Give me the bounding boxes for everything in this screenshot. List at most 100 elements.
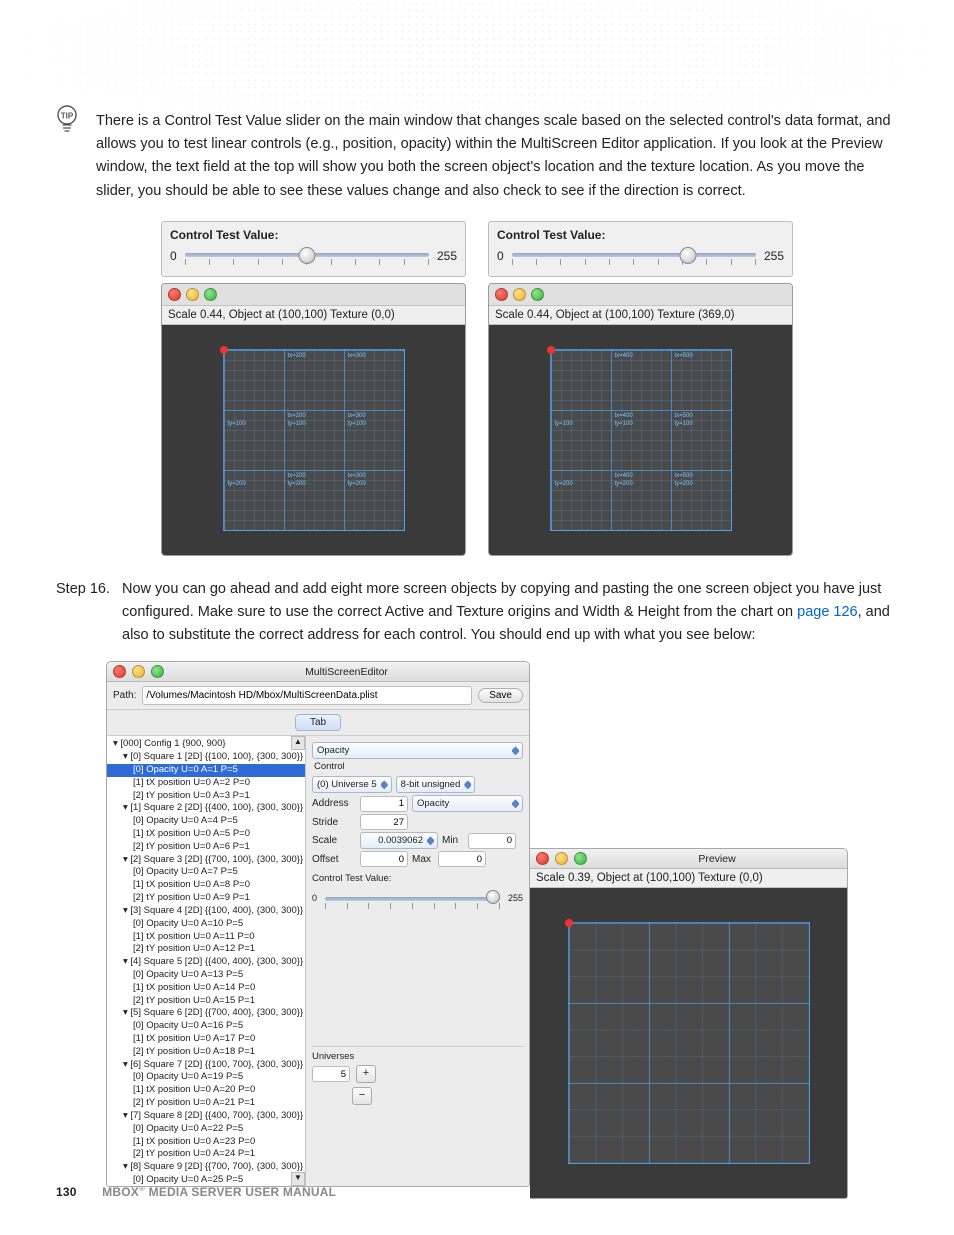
tree-row[interactable]: [2] tY position U=0 A=6 P=1	[107, 841, 305, 854]
ctv-label: Control Test Value:	[312, 873, 523, 884]
ctv-slider[interactable]	[185, 246, 429, 266]
max-input[interactable]	[438, 851, 486, 867]
tree-row[interactable]: [0] Opacity U=0 A=1 P=5	[107, 764, 305, 777]
origin-marker-icon	[547, 346, 555, 354]
min-label: Min	[442, 835, 464, 846]
tree-row[interactable]: [0] Opacity U=0 A=22 P=5	[107, 1123, 305, 1136]
tree-row[interactable]: [0] Opacity U=0 A=10 P=5	[107, 918, 305, 931]
tree-row[interactable]: [1] tX position U=0 A=17 P=0	[107, 1033, 305, 1046]
minimize-icon[interactable]	[555, 852, 568, 865]
zoom-icon[interactable]	[204, 288, 217, 301]
zoom-icon[interactable]	[574, 852, 587, 865]
grid-cell-label: tx=200	[288, 413, 306, 420]
close-icon[interactable]	[495, 288, 508, 301]
tree-row[interactable]: [0] Opacity U=0 A=4 P=5	[107, 815, 305, 828]
properties-pane: Opacity Control (0) Universe 5 8-bit uns…	[306, 736, 529, 1186]
scale-stepper[interactable]: 0.0039062	[360, 832, 438, 849]
control-type-select[interactable]: Opacity	[412, 795, 523, 812]
tree-row[interactable]: [1] tX position U=0 A=23 P=0	[107, 1136, 305, 1149]
universe-select[interactable]: (0) Universe 5	[312, 776, 392, 793]
offset-input[interactable]	[360, 851, 408, 867]
preview-status: Scale 0.39, Object at (100,100) Texture …	[530, 869, 847, 888]
grid-cell-label: tx=300	[348, 413, 366, 420]
grid-cell-label: ty=100	[288, 421, 306, 428]
add-universe-button[interactable]: +	[356, 1065, 376, 1083]
zoom-icon[interactable]	[531, 288, 544, 301]
page-link[interactable]: page 126	[797, 604, 857, 620]
path-label: Path:	[113, 690, 136, 701]
grid-cell-label: ty=200	[288, 481, 306, 488]
tree-row[interactable]: [0] Opacity U=0 A=7 P=5	[107, 866, 305, 879]
scale-label: Scale	[312, 835, 356, 846]
ctv-label: Control Test Value:	[170, 228, 457, 242]
tree-row[interactable]: [2] tY position U=0 A=21 P=1	[107, 1097, 305, 1110]
tree-row[interactable]: [0] Opacity U=0 A=19 P=5	[107, 1071, 305, 1084]
control-test-shot-right: Control Test Value: 0 255 Sc	[488, 221, 793, 556]
grid-cell-label: tx=200	[288, 353, 306, 360]
close-icon[interactable]	[113, 665, 126, 678]
tree-row[interactable]: ▾ [0] Square 1 [2D] {{100, 100}, {300, 3…	[107, 751, 305, 764]
close-icon[interactable]	[168, 288, 181, 301]
tree-row[interactable]: ▾ [5] Square 6 [2D] {{700, 400}, {300, 3…	[107, 1007, 305, 1020]
tree-row[interactable]: [2] tY position U=0 A=15 P=1	[107, 995, 305, 1008]
close-icon[interactable]	[536, 852, 549, 865]
tree-row[interactable]: ▾ [8] Square 9 [2D] {{700, 700}, {300, 3…	[107, 1161, 305, 1174]
grid-cell-label: ty=100	[228, 421, 246, 428]
tree-row[interactable]: [2] tY position U=0 A=12 P=1	[107, 943, 305, 956]
tree-row[interactable]: ▾ [1] Square 2 [2D] {{400, 100}, {300, 3…	[107, 802, 305, 815]
tree-row[interactable]: [2] tY position U=0 A=3 P=1	[107, 790, 305, 803]
svg-text:TIP: TIP	[61, 112, 74, 121]
address-input[interactable]	[360, 796, 408, 812]
tree-row[interactable]: ▾ [7] Square 8 [2D] {{400, 700}, {300, 3…	[107, 1110, 305, 1123]
format-select[interactable]: 8-bit unsigned	[396, 776, 476, 793]
tree-pane[interactable]: ▲ ▼ ▾ [000] Config 1 {900, 900}▾ [0] Squ…	[107, 736, 306, 1186]
tip-paragraph: There is a Control Test Value slider on …	[96, 110, 898, 203]
parameter-select[interactable]: Opacity	[312, 742, 523, 759]
path-input[interactable]	[142, 686, 472, 705]
grid-cell-label: ty=100	[348, 421, 366, 428]
zoom-icon[interactable]	[151, 665, 164, 678]
control-test-shot-left: Control Test Value: 0 255 Sc	[161, 221, 466, 556]
minimize-icon[interactable]	[132, 665, 145, 678]
preview-window: Scale 0.44, Object at (100,100) Texture …	[488, 283, 793, 556]
remove-universe-button[interactable]: −	[352, 1087, 372, 1105]
grid-cell-label: ty=100	[615, 421, 633, 428]
scroll-down-icon[interactable]: ▼	[291, 1172, 305, 1186]
universes-input[interactable]	[312, 1066, 350, 1082]
grid-cell-label: tx=500	[675, 473, 693, 480]
grid-cell-label: tx=400	[615, 413, 633, 420]
slider-max: 255	[764, 249, 784, 263]
tree-row[interactable]: [1] tX position U=0 A=11 P=0	[107, 931, 305, 944]
tree-row[interactable]: [0] Opacity U=0 A=16 P=5	[107, 1020, 305, 1033]
page-number: 130	[56, 1185, 77, 1199]
minimize-icon[interactable]	[513, 288, 526, 301]
grid-cell-label: ty=200	[615, 481, 633, 488]
tree-row[interactable]: [1] tX position U=0 A=8 P=0	[107, 879, 305, 892]
tree-row[interactable]: [1] tX position U=0 A=14 P=0	[107, 982, 305, 995]
min-input[interactable]	[468, 833, 516, 849]
tree-row[interactable]: ▾ [6] Square 7 [2D] {{100, 700}, {300, 3…	[107, 1059, 305, 1072]
ctv-slider[interactable]	[512, 246, 756, 266]
grid-cell-label: tx=400	[615, 353, 633, 360]
tree-row[interactable]: ▾ [000] Config 1 {900, 900}	[107, 738, 305, 751]
tree-row[interactable]: [1] tX position U=0 A=5 P=0	[107, 828, 305, 841]
tree-row[interactable]: [0] Opacity U=0 A=25 P=5	[107, 1174, 305, 1186]
tree-row[interactable]: [1] tX position U=0 A=2 P=0	[107, 777, 305, 790]
tree-row[interactable]: ▾ [2] Square 3 [2D] {{700, 100}, {300, 3…	[107, 854, 305, 867]
minimize-icon[interactable]	[186, 288, 199, 301]
tree-row[interactable]: ▾ [4] Square 5 [2D] {{400, 400}, {300, 3…	[107, 956, 305, 969]
preview-grid: tx=400tx=500ty=100tx=400ty=100tx=500ty=1…	[550, 349, 732, 531]
tab-button[interactable]: Tab	[295, 714, 341, 731]
scroll-up-icon[interactable]: ▲	[291, 736, 305, 750]
tree-row[interactable]: [2] tY position U=0 A=18 P=1	[107, 1046, 305, 1059]
tree-row[interactable]: [2] tY position U=0 A=24 P=1	[107, 1148, 305, 1161]
tree-row[interactable]: ▾ [3] Square 4 [2D] {{100, 400}, {300, 3…	[107, 905, 305, 918]
grid-cell-label: ty=200	[228, 481, 246, 488]
save-button[interactable]: Save	[478, 688, 523, 703]
tree-row[interactable]: [1] tX position U=0 A=20 P=0	[107, 1084, 305, 1097]
ctv-slider[interactable]	[325, 890, 500, 906]
stride-input[interactable]	[360, 814, 408, 830]
tree-row[interactable]: [0] Opacity U=0 A=13 P=5	[107, 969, 305, 982]
origin-marker-icon	[565, 919, 573, 927]
tree-row[interactable]: [2] tY position U=0 A=9 P=1	[107, 892, 305, 905]
